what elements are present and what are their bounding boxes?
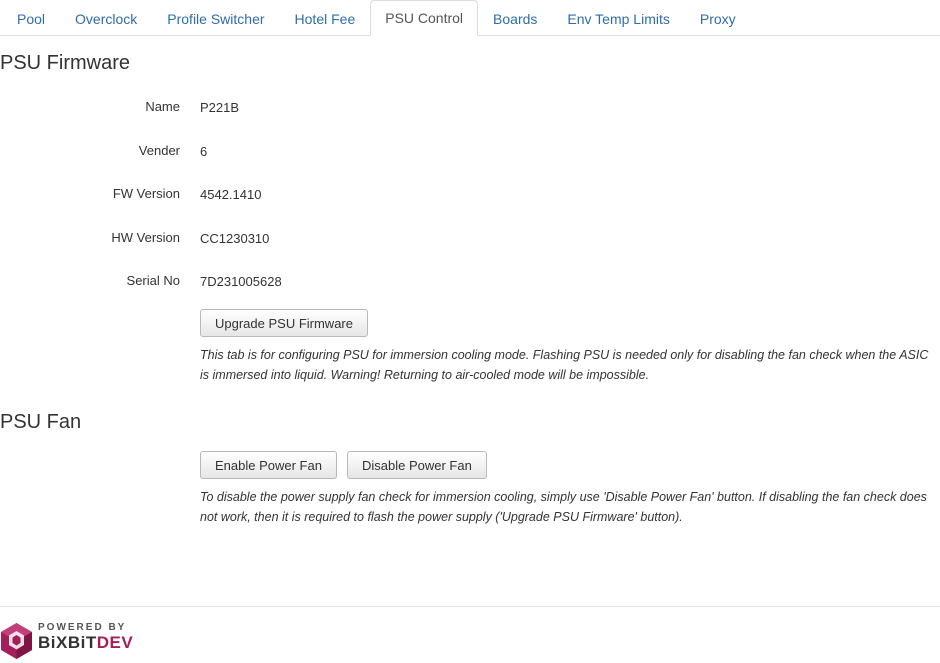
upgrade-psu-firmware-button[interactable]: Upgrade PSU Firmware [200,309,368,337]
serial-no-label: Serial No [126,273,180,288]
vender-label: Vender [138,143,180,158]
name-value: P221B [200,100,240,115]
psu-control-page: Pool Overclock Profile Switcher Hotel Fe… [0,0,940,663]
fw-version-label: FW Version [112,186,180,201]
fw-version-value: 4542.1410 [200,187,262,202]
brand-name-part1: BiXBiT [38,633,97,652]
enable-power-fan-button[interactable]: Enable Power Fan [200,451,337,479]
tab-psu-control[interactable]: PSU Control [370,0,479,36]
psu-firmware-title: PSU Firmware [0,52,131,74]
fan-help-text: To disable the power supply fan check fo… [200,490,927,524]
footer-divider [0,606,940,607]
vender-value: 6 [200,144,208,159]
tab-profile-switcher[interactable]: Profile Switcher [152,1,279,36]
tab-bar: Pool Overclock Profile Switcher Hotel Fe… [0,0,940,36]
powered-by-label: POWERED BY [38,622,127,633]
tab-pool[interactable]: Pool [2,1,60,36]
tab-boards[interactable]: Boards [478,1,552,36]
firmware-help-text: This tab is for configuring PSU for imme… [200,348,929,382]
brand-name-part2: DEV [96,633,134,652]
tab-proxy[interactable]: Proxy [685,1,751,36]
psu-fan-title: PSU Fan [0,411,82,433]
name-label: Name [145,99,180,114]
hw-version-label: HW Version [111,230,180,245]
tab-env-temp-limits[interactable]: Env Temp Limits [552,1,684,36]
bixbit-logo-icon [1,623,32,659]
disable-power-fan-button[interactable]: Disable Power Fan [347,451,487,479]
tab-overclock[interactable]: Overclock [60,1,152,36]
serial-no-value: 7D231005628 [200,274,282,289]
brand-name: BiXBiTDEV [38,633,133,653]
tab-hotel-fee[interactable]: Hotel Fee [280,1,371,36]
hw-version-value: CC1230310 [200,231,270,246]
